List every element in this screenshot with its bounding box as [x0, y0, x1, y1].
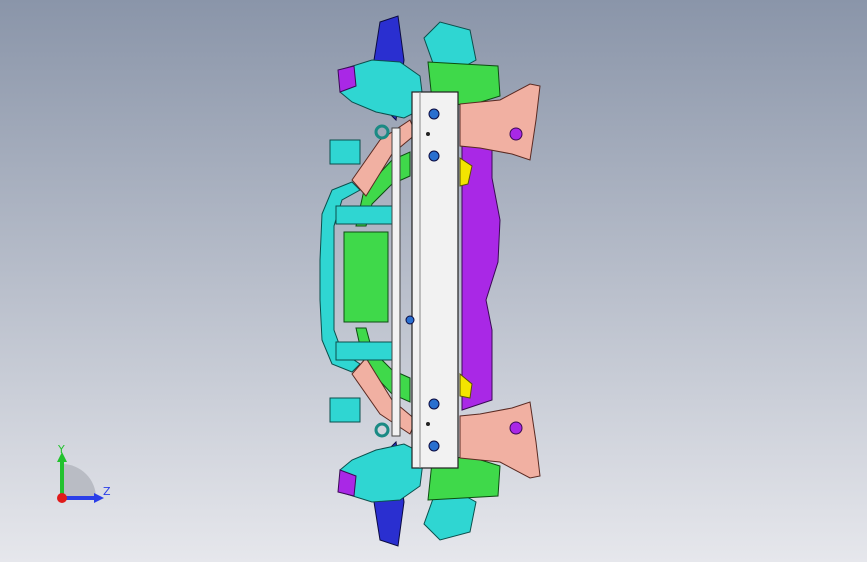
3d-viewport[interactable]: Y Z	[0, 0, 867, 562]
cyan-upper-cross-bracket[interactable]	[335, 205, 393, 225]
cyan-lower-cross-bracket[interactable]	[335, 341, 393, 361]
cad-model-front-subframe[interactable]	[0, 0, 867, 562]
ring-clip-icon	[374, 422, 390, 438]
vertical-tie-rod[interactable]	[391, 127, 401, 437]
triad-z-label: Z	[103, 485, 111, 498]
hole-icon	[426, 132, 430, 136]
green-center-web[interactable]	[343, 231, 389, 323]
ring-clip-icon	[374, 124, 390, 140]
cyan-lower-mount-block[interactable]	[329, 397, 361, 423]
hole-icon	[426, 422, 430, 426]
bolt-icon	[428, 398, 440, 410]
magenta-rear-member[interactable]	[461, 109, 501, 411]
bolt-icon	[428, 150, 440, 162]
cyan-upper-mount-block[interactable]	[329, 139, 361, 165]
white-bumper-plate[interactable]	[411, 91, 459, 469]
upper-arm-bushing-icon	[509, 127, 523, 141]
triad-y-label: Y	[58, 443, 65, 456]
lower-arm-bushing-icon	[509, 421, 523, 435]
bolt-icon	[428, 440, 440, 452]
triad-x-axis-icon	[57, 493, 67, 503]
bolt-icon	[428, 108, 440, 120]
coordinate-triad	[57, 452, 104, 503]
center-bolt-icon	[405, 315, 415, 325]
